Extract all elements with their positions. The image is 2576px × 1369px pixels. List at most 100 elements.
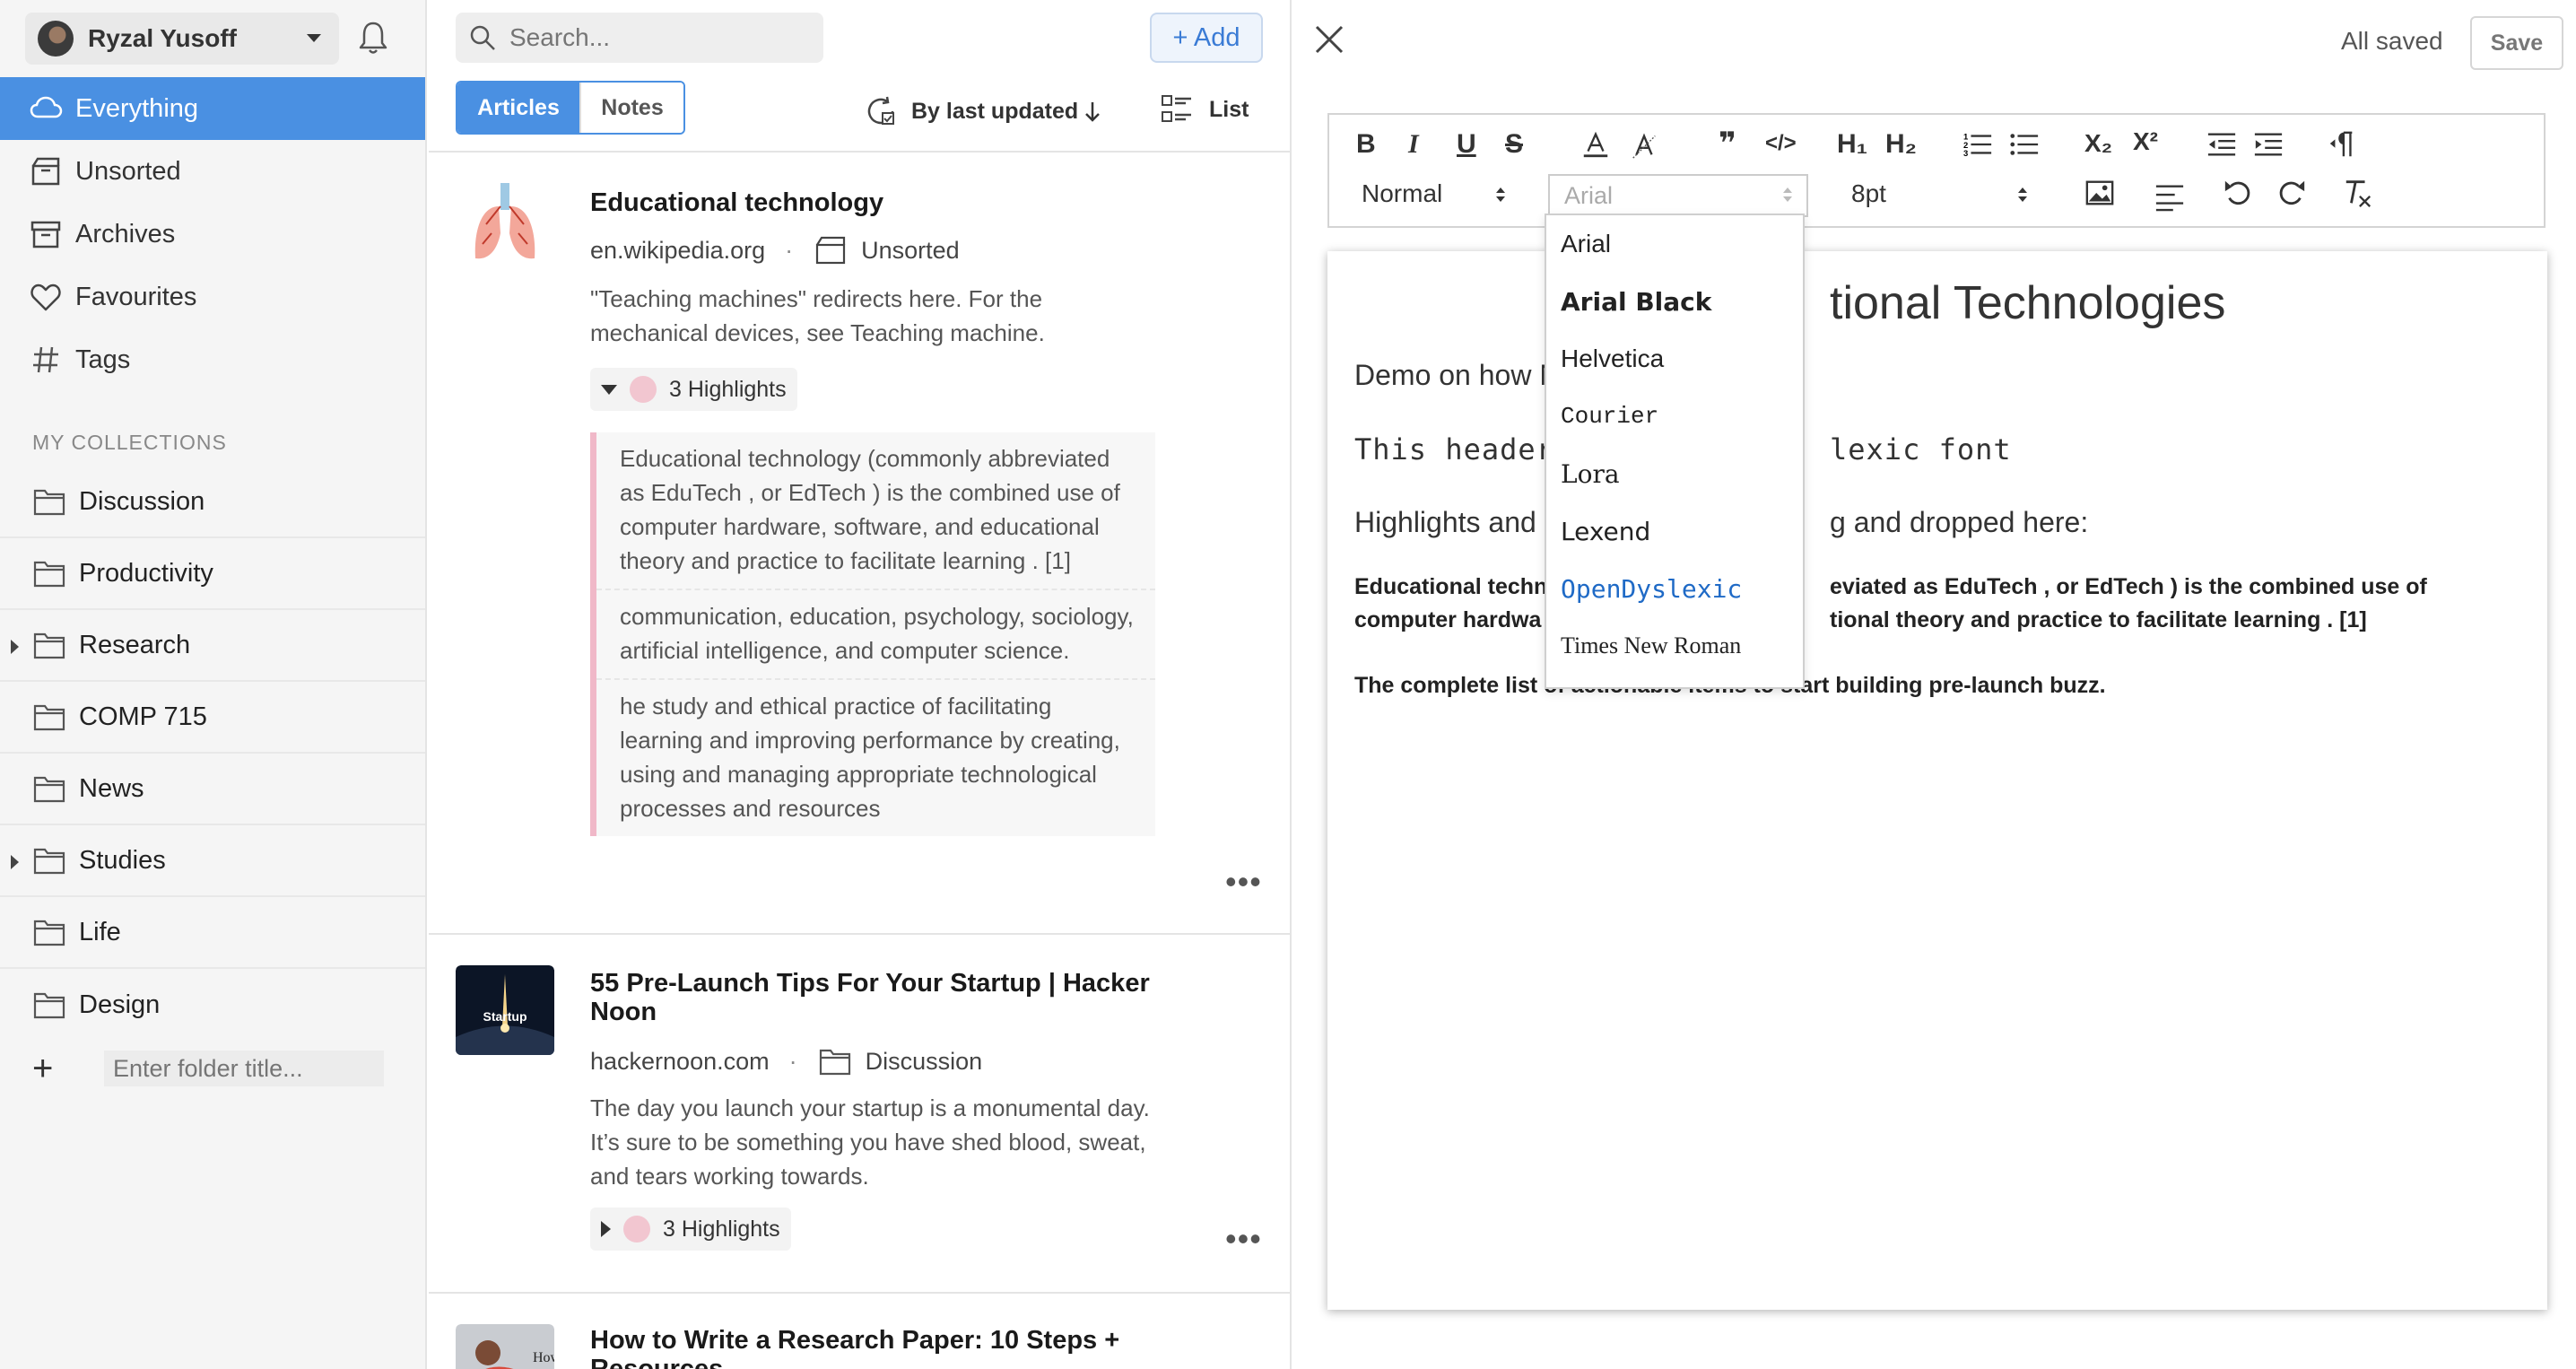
bell-icon[interactable] — [357, 20, 389, 56]
strikethrough-button[interactable]: S — [1505, 129, 1523, 160]
meta-separator: · — [788, 1047, 797, 1075]
text-direction-icon[interactable] — [2327, 129, 2357, 160]
heading2-button[interactable]: H₂ — [1885, 129, 1917, 160]
more-options-icon[interactable]: ••• — [1225, 1220, 1262, 1258]
doc-bold-line-3[interactable]: The complete list of actionable items to… — [1354, 669, 2485, 702]
heading1-button[interactable]: H₁ — [1837, 129, 1867, 160]
collection-item-productivity[interactable]: Productivity — [0, 538, 425, 610]
font-option-opendyslexic[interactable]: OpenDyslexic — [1546, 560, 1803, 617]
code-block-button[interactable]: </> — [1765, 131, 1797, 156]
align-icon[interactable] — [2154, 181, 2185, 212]
highlights-toggle[interactable]: 3 Highlights — [590, 368, 797, 411]
search-box[interactable] — [456, 13, 823, 63]
nav-item-everything[interactable]: Everything — [0, 77, 425, 140]
article-item[interactable]: Educational technology en.wikipedia.org … — [429, 153, 1290, 935]
user-name: Ryzal Yusoff — [88, 24, 237, 52]
doc-line-1[interactable]: Demo on how N — [1354, 359, 1560, 392]
view-mode-button[interactable]: List — [1161, 93, 1249, 126]
collection-item-research[interactable]: Research — [0, 610, 425, 682]
add-button[interactable]: + Add — [1150, 13, 1263, 63]
doc-line-2-right[interactable]: lexic font — [1830, 432, 2012, 467]
doc-line-3-left[interactable]: Highlights and — [1354, 506, 1536, 539]
article-title[interactable]: How to Write a Research Paper: 10 Steps … — [590, 1326, 1164, 1369]
collection-label: Research — [79, 630, 191, 659]
search-icon — [470, 25, 495, 50]
text-color-icon[interactable] — [1580, 129, 1611, 160]
highlights-count: 3 Highlights — [663, 1216, 780, 1242]
collapse-arrow-icon — [601, 384, 617, 395]
font-size-select[interactable]: 8pt — [1851, 179, 1886, 208]
collection-item-news[interactable]: News — [0, 754, 425, 825]
nav-item-unsorted[interactable]: Unsorted — [0, 140, 425, 203]
tab-notes[interactable]: Notes — [579, 83, 683, 133]
doc-bold-line-1-left[interactable]: Educational techn — [1354, 571, 1570, 604]
doc-bold-line-2-right[interactable]: tional theory and practice to facilitate… — [1830, 604, 2511, 637]
blockquote-button[interactable]: ❞ — [1719, 126, 1736, 161]
font-option-arial-black[interactable]: Arial Black — [1546, 273, 1803, 330]
nav-label: Unsorted — [75, 156, 181, 186]
font-option-times-new-roman[interactable]: Times New Roman — [1546, 617, 1803, 675]
expand-arrow-icon[interactable] — [11, 855, 19, 869]
article-title[interactable]: Educational technology — [590, 188, 1164, 217]
unsorted-box-icon — [816, 236, 846, 265]
nav-item-archives[interactable]: Archives — [0, 203, 425, 266]
highlight-text[interactable]: Educational technology (commonly abbrevi… — [596, 432, 1155, 590]
article-item[interactable]: Startup 55 Pre-Launch Tips For Your Star… — [429, 937, 1290, 1294]
article-item[interactable]: How How to Write a Research Paper: 10 St… — [429, 1295, 1290, 1369]
article-title[interactable]: 55 Pre-Launch Tips For Your Startup | Ha… — [590, 969, 1164, 1026]
tab-articles[interactable]: Articles — [457, 83, 579, 133]
doc-line-2-left[interactable]: This header — [1354, 432, 1554, 467]
highlight-text[interactable]: he study and ethical practice of facilit… — [596, 680, 1155, 836]
font-family-select[interactable]: Arial — [1548, 174, 1808, 217]
italic-button[interactable]: I — [1408, 129, 1419, 160]
undo-icon[interactable] — [2223, 178, 2253, 208]
nav-item-favourites[interactable]: Favourites — [0, 266, 425, 328]
collection-item-studies[interactable]: Studies — [0, 825, 425, 897]
unsorted-box-icon — [31, 157, 60, 186]
expand-arrow-icon[interactable] — [11, 640, 19, 654]
save-button[interactable]: Save — [2470, 16, 2563, 70]
font-option-lora[interactable]: Lora — [1546, 445, 1803, 502]
search-input[interactable] — [509, 23, 805, 52]
superscript-button[interactable]: X² — [2133, 127, 2158, 156]
collection-item-life[interactable]: Life — [0, 897, 425, 969]
close-icon[interactable] — [1311, 22, 1347, 57]
doc-heading[interactable]: tional Technologies — [1830, 276, 2225, 330]
paragraph-style-select[interactable]: Normal — [1362, 179, 1442, 208]
image-icon[interactable] — [2084, 178, 2115, 208]
highlights-toggle[interactable]: 3 Highlights — [590, 1208, 791, 1251]
font-option-helvetica[interactable]: Helvetica — [1546, 330, 1803, 388]
bold-button[interactable]: B — [1356, 129, 1376, 160]
caret-down-icon — [307, 34, 321, 42]
folder-icon — [33, 992, 65, 1019]
background-color-icon[interactable] — [1629, 129, 1659, 160]
article-description: The day you launch your startup is a mon… — [590, 1094, 1150, 1190]
new-folder-input[interactable] — [104, 1051, 384, 1086]
collection-item-discussion[interactable]: Discussion — [0, 467, 425, 538]
doc-line-3-right[interactable]: g and dropped here: — [1830, 506, 2088, 539]
plus-icon[interactable]: + — [32, 1051, 68, 1086]
collection-item-comp-715[interactable]: COMP 715 — [0, 682, 425, 754]
clear-format-icon[interactable] — [2343, 178, 2373, 208]
bullet-list-icon[interactable] — [2009, 129, 2040, 160]
outdent-icon[interactable] — [2206, 129, 2237, 160]
font-option-arial[interactable]: Arial — [1546, 215, 1803, 273]
doc-bold-line-1-right[interactable]: eviated as EduTech , or EdTech ) is the … — [1830, 571, 2511, 604]
font-option-courier[interactable]: Courier — [1546, 388, 1803, 445]
redo-icon[interactable] — [2276, 178, 2307, 208]
font-option-lexend[interactable]: Lexend — [1546, 502, 1803, 560]
collection-item-design[interactable]: Design — [0, 969, 425, 1041]
indent-icon[interactable] — [2253, 129, 2284, 160]
document-page[interactable]: tional Technologies Demo on how N This h… — [1327, 251, 2547, 1310]
user-menu-button[interactable]: Ryzal Yusoff — [25, 13, 339, 65]
ordered-list-icon[interactable]: 123 — [1962, 129, 1993, 160]
highlight-text[interactable]: communication, education, psychology, so… — [596, 590, 1155, 680]
underline-button[interactable]: U — [1457, 129, 1476, 160]
sort-button[interactable]: By last updated — [863, 93, 1101, 129]
doc-bold-line-2-left[interactable]: computer hardwa — [1354, 604, 1570, 637]
nav-item-tags[interactable]: Tags — [0, 328, 425, 391]
cloud-icon — [30, 96, 63, 118]
subscript-button[interactable]: X₂ — [2084, 129, 2112, 158]
more-options-icon[interactable]: ••• — [1225, 863, 1262, 901]
clock-refresh-icon — [867, 96, 894, 125]
